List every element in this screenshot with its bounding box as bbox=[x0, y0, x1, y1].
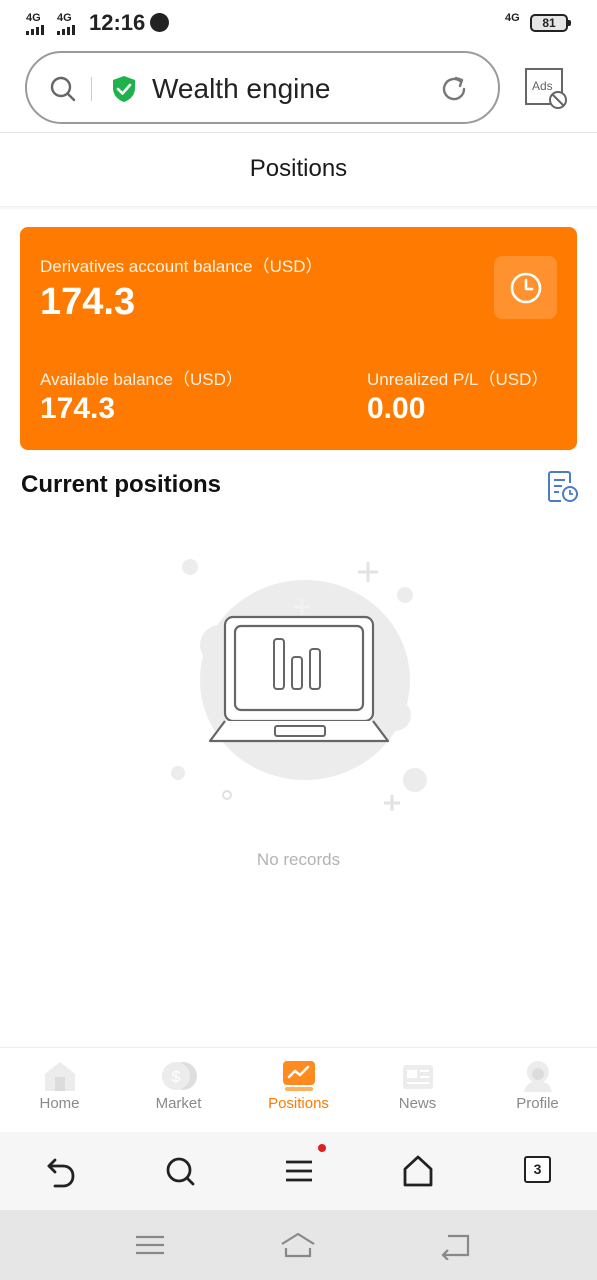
address-bar[interactable]: Wealth engine bbox=[25, 51, 500, 124]
battery-icon: 81 bbox=[530, 14, 571, 32]
browser-toolbar bbox=[0, 1132, 597, 1210]
status-time: 12:16 bbox=[89, 10, 146, 35]
current-positions-title: Current positions bbox=[21, 471, 222, 498]
coin-icon: $ bbox=[162, 1062, 197, 1090]
sim1-label: 4G bbox=[26, 12, 41, 24]
derivatives-balance-value: 174.3 bbox=[40, 281, 136, 323]
menu-icon[interactable] bbox=[280, 1152, 318, 1190]
empty-laptop-illustration bbox=[171, 559, 427, 811]
network-type: 4G bbox=[505, 12, 520, 24]
available-balance-label: Available balance（USD） bbox=[40, 370, 243, 389]
nav-news-label: News bbox=[398, 1095, 437, 1112]
nav-home[interactable]: Home bbox=[0, 1048, 119, 1133]
derivatives-balance-label: Derivatives account balance（USD） bbox=[40, 257, 323, 276]
nav-profile[interactable]: Profile bbox=[478, 1048, 597, 1133]
balance-card: Derivatives account balance（USD） 174.3 A… bbox=[20, 227, 577, 450]
system-home-icon[interactable] bbox=[280, 1230, 316, 1260]
svg-text:$: $ bbox=[172, 1069, 181, 1086]
history-button[interactable] bbox=[494, 256, 557, 319]
nav-news[interactable]: News bbox=[358, 1048, 477, 1133]
bottom-nav: Home $ Market Positions News Profile bbox=[0, 1047, 597, 1132]
notification-icon bbox=[150, 13, 169, 32]
ad-block-button[interactable]: Ads bbox=[524, 66, 570, 112]
home-icon bbox=[45, 1062, 75, 1091]
search-icon bbox=[50, 76, 76, 102]
home-icon[interactable] bbox=[399, 1152, 437, 1190]
system-back-icon[interactable] bbox=[436, 1230, 472, 1260]
menu-notification-dot bbox=[318, 1144, 326, 1152]
chart-icon bbox=[283, 1061, 315, 1091]
search-icon[interactable] bbox=[161, 1152, 199, 1190]
page-address-title: Wealth engine bbox=[152, 73, 331, 104]
nav-market[interactable]: $ Market bbox=[119, 1048, 238, 1133]
header-divider bbox=[0, 132, 597, 133]
ads-label: Ads bbox=[532, 79, 553, 93]
status-bar: 4G 4G 12:16 4G 81 bbox=[0, 0, 597, 46]
back-icon[interactable] bbox=[41, 1152, 79, 1190]
sim2-signal-icon: 4G bbox=[57, 12, 75, 35]
nav-profile-label: Profile bbox=[516, 1095, 559, 1112]
nav-home-label: Home bbox=[39, 1095, 80, 1112]
header-shadow bbox=[0, 206, 597, 210]
system-nav-bar bbox=[0, 1210, 597, 1280]
profile-icon bbox=[524, 1061, 552, 1092]
recent-apps-icon[interactable] bbox=[132, 1230, 168, 1260]
news-icon bbox=[403, 1065, 433, 1089]
nav-positions[interactable]: Positions bbox=[239, 1048, 358, 1133]
sim1-signal-icon: 4G bbox=[26, 12, 44, 35]
order-history-icon[interactable] bbox=[548, 471, 578, 503]
unrealized-pl-label: Unrealized P/L（USD） bbox=[367, 370, 549, 389]
nav-market-label: Market bbox=[155, 1095, 202, 1112]
sim2-label: 4G bbox=[57, 12, 72, 24]
unrealized-pl-value: 0.00 bbox=[367, 392, 426, 425]
tab-count-button[interactable]: 3 bbox=[524, 1156, 551, 1183]
empty-state-text: No records bbox=[256, 850, 341, 869]
clock-icon bbox=[510, 272, 541, 303]
refresh-icon[interactable] bbox=[439, 74, 469, 104]
page-title: Positions bbox=[249, 155, 348, 182]
shield-icon bbox=[113, 76, 135, 102]
nav-positions-label: Positions bbox=[268, 1095, 329, 1112]
address-divider bbox=[91, 77, 92, 101]
available-balance-value: 174.3 bbox=[40, 392, 116, 425]
